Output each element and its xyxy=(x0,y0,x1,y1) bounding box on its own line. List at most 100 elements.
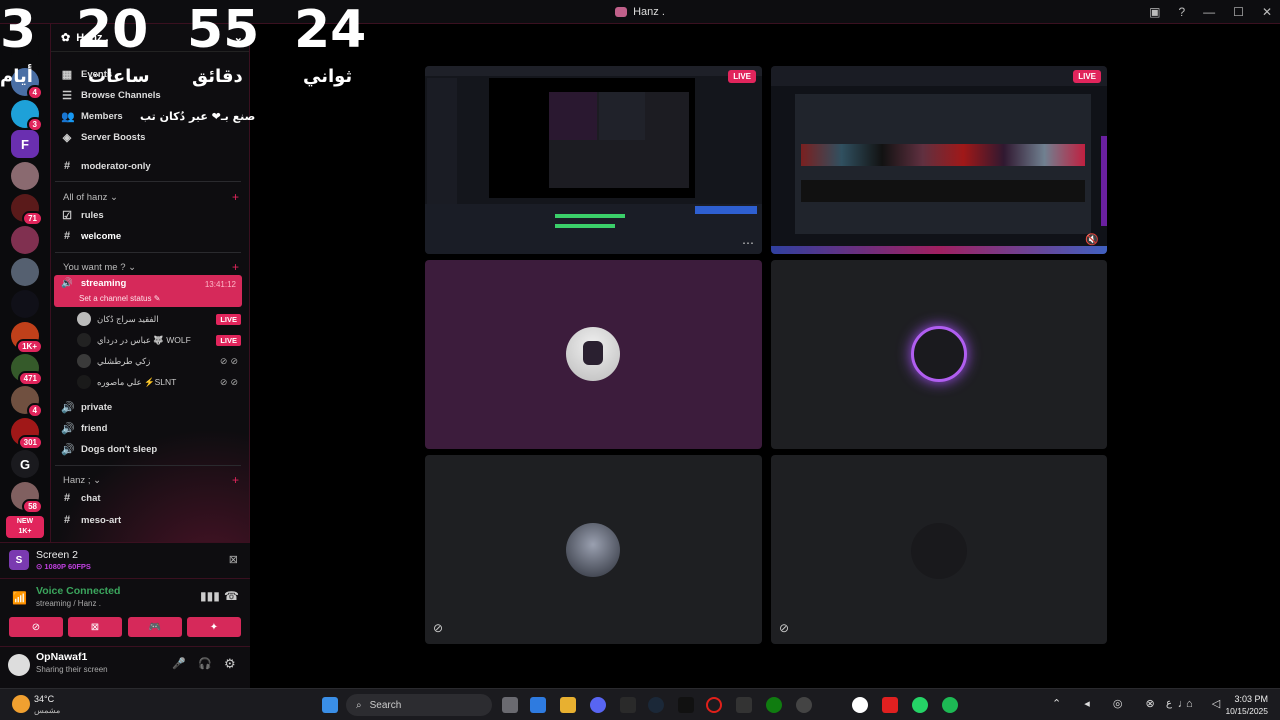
server-icon[interactable]: 4 xyxy=(11,386,43,418)
menu-server-boosts[interactable]: ◈ Server Boosts xyxy=(61,127,241,147)
microphone-icon[interactable]: 🎤 xyxy=(172,657,186,670)
server-icon[interactable]: F xyxy=(11,130,39,158)
channel-label: Dogs don't sleep xyxy=(81,443,158,455)
channel-meso-art[interactable]: # meso-art xyxy=(61,510,241,530)
avatar xyxy=(911,523,967,579)
clock-time[interactable]: 3:03 PM xyxy=(1226,694,1268,704)
channel-streaming[interactable]: 🔊 streaming 13:41:12 Set a channel statu… xyxy=(54,275,242,307)
stream-inner xyxy=(549,92,689,188)
server-icon[interactable]: 3 xyxy=(11,100,43,132)
volume-mute-icon[interactable]: 🔇 xyxy=(1085,233,1099,246)
headphones-icon[interactable]: 🎧 xyxy=(198,657,212,670)
whatsapp-icon[interactable] xyxy=(912,697,928,713)
channel-friend[interactable]: 🔊 friend xyxy=(61,418,241,438)
voice-user[interactable]: علي ماصوره ⚡SLNT ⊘⊘ xyxy=(77,372,241,392)
voice-user[interactable]: الفقيد سراج دُكان LIVE xyxy=(77,309,241,329)
more-icon[interactable]: ⋯ xyxy=(742,236,754,250)
server-icon[interactable] xyxy=(11,258,39,286)
server-icon[interactable] xyxy=(11,162,39,190)
voice-user[interactable]: زكي طرطشلي ⊘⊘ xyxy=(77,351,241,371)
avatar[interactable] xyxy=(8,654,30,676)
category-hanz[interactable]: Hanz ; ⌄ + xyxy=(63,472,239,488)
new-servers-pill[interactable]: NEW 1K+ xyxy=(6,516,44,538)
menu-browse-channels[interactable]: ☰ Browse Channels xyxy=(61,85,241,105)
inbox-icon[interactable]: ▣ xyxy=(1149,5,1160,19)
task-view-icon[interactable] xyxy=(502,697,518,713)
minimize-button[interactable]: — xyxy=(1203,5,1215,19)
channel-rules[interactable]: ☑ rules xyxy=(61,205,241,225)
settings-icon[interactable]: ⚙ xyxy=(224,656,236,672)
soundboard-icon[interactable]: ▮▮▮ xyxy=(200,589,220,603)
stream-tile[interactable]: LIVE ⋯ xyxy=(425,66,762,254)
stop-screenshare-button[interactable]: ⊠ xyxy=(68,617,122,637)
close-button[interactable]: ✕ xyxy=(1262,5,1272,19)
server-icon[interactable]: 301 xyxy=(11,418,43,450)
voice-channel[interactable]: streaming / Hanz . xyxy=(36,599,101,608)
server-icon[interactable]: 471 xyxy=(11,354,43,386)
store-icon[interactable] xyxy=(530,697,546,713)
user-name[interactable]: OpNawaf1 xyxy=(36,651,87,663)
server-icon[interactable] xyxy=(11,226,39,254)
stream-toolbar xyxy=(425,66,762,76)
add-channel-icon[interactable]: + xyxy=(232,260,239,274)
maximize-button[interactable]: ☐ xyxy=(1233,5,1244,19)
avatar xyxy=(77,375,91,389)
channel-private[interactable]: 🔊 private xyxy=(61,397,241,417)
taskbar-search[interactable]: ⌕ Search xyxy=(346,694,492,716)
epic-games-icon[interactable] xyxy=(620,697,636,713)
add-channel-icon[interactable]: + xyxy=(232,190,239,204)
stream-tile[interactable]: LIVE 🔇 xyxy=(771,66,1107,254)
file-explorer-icon[interactable] xyxy=(560,697,576,713)
weather-desc[interactable]: مشمس xyxy=(34,706,60,715)
channel-status-button[interactable]: Set a channel status ✎ xyxy=(79,294,160,303)
help-icon[interactable]: ? xyxy=(1178,5,1185,19)
sparkle-icon: ✦ xyxy=(209,621,219,633)
capcut-icon[interactable] xyxy=(678,697,694,713)
steam-icon[interactable] xyxy=(648,697,664,713)
weather-temp[interactable]: 34°C xyxy=(34,694,54,704)
chevron-down-icon: ⌄ xyxy=(93,474,102,486)
app-icon[interactable] xyxy=(736,697,752,713)
disconnect-icon[interactable]: ☎ xyxy=(224,589,239,603)
server-icon[interactable]: 58 xyxy=(11,482,43,514)
soundboard-button[interactable]: ✦ xyxy=(187,617,241,637)
xbox-icon[interactable] xyxy=(766,697,782,713)
add-channel-icon[interactable]: + xyxy=(232,473,239,487)
tray-icons[interactable]: ⌃ ◂ ◎ ⊗ ♩ xyxy=(1052,697,1199,710)
windows-start-icon[interactable] xyxy=(322,697,338,713)
user-panel: OpNawaf1 Sharing their screen 🎤 🎧 ⚙ xyxy=(0,646,250,688)
spotify-icon[interactable] xyxy=(942,697,958,713)
youtube-icon[interactable] xyxy=(882,697,898,713)
opera-icon[interactable] xyxy=(706,697,722,713)
participant-tile[interactable] xyxy=(425,260,762,449)
category-you-want-me[interactable]: You want me ? ⌄ + xyxy=(63,259,239,275)
live-badge: LIVE xyxy=(216,313,241,325)
inner-tile xyxy=(549,92,597,140)
participant-tile[interactable]: ⊘ xyxy=(425,455,762,644)
channel-welcome[interactable]: # welcome xyxy=(61,226,241,246)
category-all-of-hanz[interactable]: All of hanz ⌄ + xyxy=(63,189,239,205)
participant-tile[interactable]: ⊘ xyxy=(771,455,1107,644)
server-icon[interactable]: 71 xyxy=(11,194,43,226)
clock-date[interactable]: 10/15/2025 xyxy=(1222,706,1268,716)
camera-off-button[interactable]: ⊘ xyxy=(9,617,63,637)
server-icon[interactable]: G xyxy=(11,450,39,478)
server-icon[interactable]: 1K+ xyxy=(11,322,43,354)
channel-dogs[interactable]: 🔊 Dogs don't sleep xyxy=(61,439,241,459)
chrome-icon[interactable] xyxy=(852,697,868,713)
discord-icon[interactable] xyxy=(590,697,606,713)
pencil-icon: ✎ xyxy=(153,294,161,303)
channel-chat[interactable]: # chat xyxy=(61,488,241,508)
obs-icon[interactable] xyxy=(796,697,812,713)
stop-stream-icon[interactable]: ⊠ xyxy=(229,553,238,566)
voice-user[interactable]: عباس در درداي 🐺 WOLF LIVE xyxy=(77,330,241,350)
channel-moderator-only[interactable]: # moderator-only xyxy=(61,156,241,176)
participant-tile[interactable] xyxy=(771,260,1107,449)
hash-icon: # xyxy=(63,230,71,242)
members-icon: 👥 xyxy=(61,110,75,123)
voice-status[interactable]: Voice Connected xyxy=(36,585,120,597)
server-icon[interactable] xyxy=(11,290,39,318)
weather-icon[interactable] xyxy=(12,695,30,713)
activities-button[interactable]: 🎮 xyxy=(128,617,182,637)
language-indicator[interactable]: ع xyxy=(1166,698,1172,709)
